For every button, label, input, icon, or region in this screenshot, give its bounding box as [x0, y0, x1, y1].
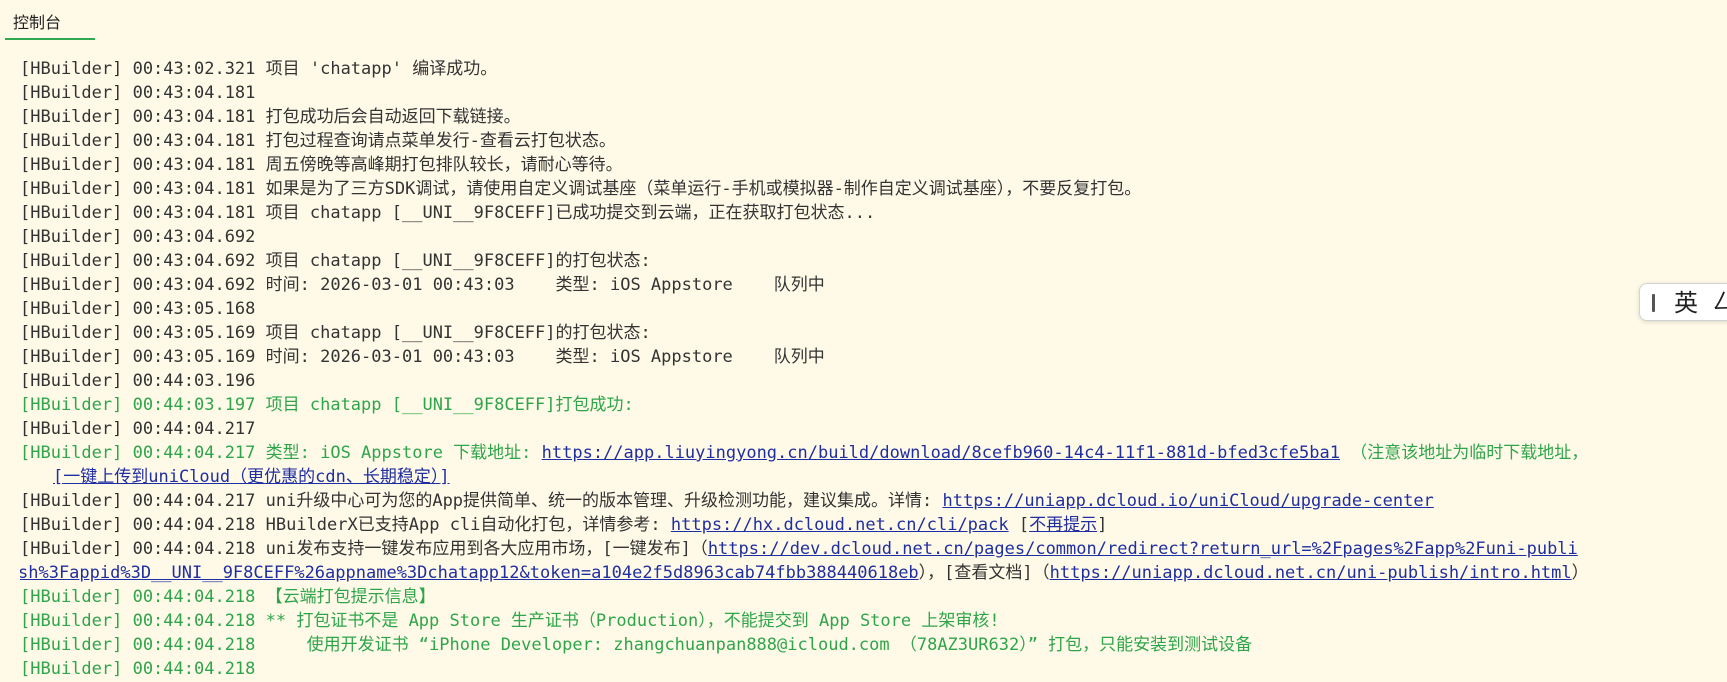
log-text: [HBuilder] 00:44:04.217 uni升级中心可为您的App提供…: [20, 491, 943, 511]
panel-tabbar: 控制台: [0, 0, 1727, 42]
log-line-publish: [HBuilder] 00:44:04.218 uni发布支持一键发布应用到各大…: [20, 537, 1727, 561]
log-line: [HBuilder] 00:43:04.181: [20, 83, 256, 103]
publish-link[interactable]: https://dev.dcloud.net.cn/pages/common/r…: [708, 539, 1578, 559]
log-line: [HBuilder] 00:43:02.321 项目 'chatapp' 编译成…: [20, 59, 498, 79]
log-text: ]: [439, 467, 450, 487]
log-line-success: [HBuilder] 00:44:04.218: [20, 659, 256, 679]
log-line: [HBuilder] 00:43:04.181 项目 chatapp [__UN…: [20, 203, 876, 223]
log-line-cli: [HBuilder] 00:44:04.218 HBuilderX已支持App …: [20, 513, 1727, 537]
log-text: ），[查看文档]（: [918, 563, 1050, 583]
log-line: [HBuilder] 00:43:04.692 时间: 2026-03-01 0…: [20, 275, 825, 295]
log-line: [HBuilder] 00:43:04.181 打包过程查询请点菜单发行-查看云…: [20, 131, 616, 151]
log-line-success: [HBuilder] 00:44:04.218 ** 打包证书不是 App St…: [20, 611, 1000, 631]
log-text: [HBuilder] 00:44:04.217 类型: iOS Appstore…: [20, 443, 542, 463]
log-line: [HBuilder] 00:43:04.692: [20, 227, 256, 247]
log-line: [HBuilder] 00:43:04.692 项目 chatapp [__UN…: [20, 251, 651, 271]
download-url-link[interactable]: https://app.liuyingyong.cn/build/downloa…: [542, 443, 1340, 463]
cli-pack-link[interactable]: https://hx.dcloud.net.cn/cli/pack: [671, 515, 1009, 535]
log-line: [HBuilder] 00:43:05.168: [20, 299, 256, 319]
log-text: [HBuilder] 00:44:04.218 uni发布支持一键发布应用到各大…: [20, 539, 708, 559]
log-text: [HBuilder] 00:44:04.218 HBuilderX已支持App …: [20, 515, 671, 535]
ime-toolbar[interactable]: 英 ㄥ: [1639, 283, 1727, 321]
publish-docs-link[interactable]: https://uniapp.dcloud.net.cn/uni-publish…: [1050, 563, 1572, 583]
log-text: [: [53, 467, 64, 487]
log-line-publish-wrap: sh%3Fappid%3D__UNI__9F8CEFF%26appname%3D…: [20, 561, 1727, 585]
log-line: [HBuilder] 00:43:04.181 打包成功后会自动返回下载链接。: [20, 107, 521, 127]
log-line: [HBuilder] 00:43:04.181 周五傍晚等高峰期打包排队较长，请…: [20, 155, 623, 175]
log-text: ]: [1097, 515, 1108, 535]
ime-language-toggle[interactable]: 英: [1674, 287, 1698, 319]
log-line: [HBuilder] 00:43:05.169 项目 chatapp [__UN…: [20, 323, 651, 343]
log-line: [HBuilder] 00:43:05.169 时间: 2026-03-01 0…: [20, 347, 825, 367]
log-text: （注意该地址为临时下载地址，: [1339, 443, 1589, 463]
log-text: [: [1008, 515, 1030, 535]
log-line-upgrade-center: [HBuilder] 00:44:04.217 uni升级中心可为您的App提供…: [20, 489, 1727, 513]
log-line-success: [HBuilder] 00:44:04.218 【云端打包提示信息】: [20, 587, 436, 607]
log-line-continuation: [一键上传到uniCloud（更优惠的cdn、长期稳定）]: [20, 465, 1727, 489]
ime-mode-icon[interactable]: ㄥ: [1712, 287, 1727, 319]
log-line-success: [HBuilder] 00:44:04.218 使用开发证书 “iPhone D…: [20, 635, 1253, 655]
log-line: [HBuilder] 00:44:03.196: [20, 371, 256, 391]
upload-unicloud-link[interactable]: 一键上传到uniCloud（更优惠的cdn、长期稳定）: [63, 467, 439, 487]
drag-handle-icon[interactable]: [1652, 294, 1655, 312]
dont-show-again-link[interactable]: 不再提示: [1029, 515, 1097, 535]
log-line-success: [HBuilder] 00:44:03.197 项目 chatapp [__UN…: [20, 395, 634, 415]
log-line-download: [HBuilder] 00:44:04.217 类型: iOS Appstore…: [20, 441, 1727, 465]
upgrade-center-link[interactable]: https://uniapp.dcloud.io/uniCloud/upgrad…: [943, 491, 1434, 511]
log-line: [HBuilder] 00:43:04.181 如果是为了三方SDK调试，请使用…: [20, 179, 1142, 199]
tab-console[interactable]: 控制台: [5, 8, 95, 40]
console-output[interactable]: [HBuilder] 00:43:02.321 项目 'chatapp' 编译成…: [20, 57, 1727, 682]
publish-link[interactable]: sh%3Fappid%3D__UNI__9F8CEFF%26appname%3D…: [20, 563, 919, 583]
log-text: ）: [1571, 563, 1589, 583]
log-line: [HBuilder] 00:44:04.217: [20, 419, 256, 439]
